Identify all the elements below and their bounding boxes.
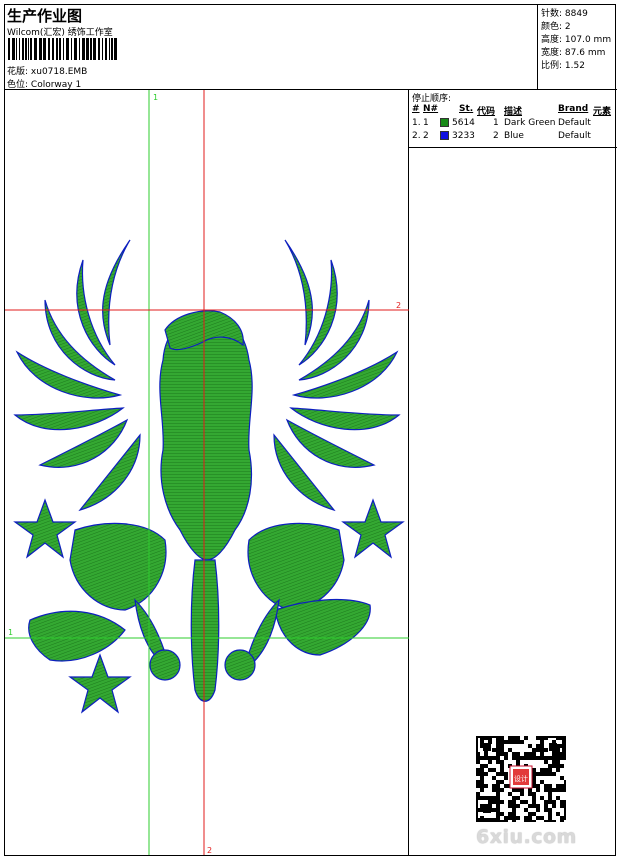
color-swatch (440, 131, 449, 140)
guide-label-red-bottom: 2 (207, 846, 212, 855)
col-header-n: N# (423, 104, 439, 114)
company-name: Wilcom(汇宏) 绣饰工作室 (7, 28, 113, 38)
qr-code-icon: 设计 (476, 736, 566, 822)
col-header-index: # (412, 104, 420, 114)
stop-sequence-title: 停止顺序: (412, 94, 452, 104)
header-info: 生产作业图 Wilcom(汇宏) 绣饰工作室 花版: xu0718.EMB 色位… (5, 5, 538, 90)
color-swatch (440, 118, 449, 127)
design-canvas: 1 1 2 2 (5, 90, 409, 855)
stat-height: 高度: 107.0 mm (541, 35, 612, 45)
page-title: 生产作业图 (7, 7, 83, 25)
embroidery-preview: 1 1 2 2 (5, 90, 409, 855)
watermark-logo: 6xiu.com (476, 826, 577, 848)
guide-label-green-left: 1 (8, 628, 13, 637)
stat-scale: 比例: 1.52 (541, 61, 585, 71)
pattern-label: 花版: (7, 67, 29, 77)
stat-stitches: 针数: 8849 (541, 9, 588, 19)
col-header-code: 代码 (477, 107, 496, 117)
barcode-icon (8, 38, 117, 60)
col-header-desc: 描述 (504, 107, 523, 117)
stat-colors: 颜色: 2 (541, 22, 571, 32)
pattern-value: xu0718.EMB (30, 67, 88, 77)
guide-label-red-right: 2 (396, 301, 401, 310)
eagle-motif (13, 239, 405, 714)
pattern-file: 花版: xu0718.EMB (7, 64, 87, 77)
stats-box: 针数: 8849 颜色: 2 高度: 107.0 mm 宽度: 87.6 mm … (538, 5, 617, 89)
col-header-st: St. (459, 104, 474, 114)
guide-label-green-top: 1 (153, 93, 158, 102)
panel-divider (409, 147, 617, 148)
col-header-element: 元素 (593, 107, 612, 117)
stat-width: 宽度: 87.6 mm (541, 48, 606, 58)
col-header-brand: Brand (558, 104, 589, 114)
production-sheet: 生产作业图 Wilcom(汇宏) 绣饰工作室 花版: xu0718.EMB 色位… (4, 4, 617, 856)
qr-stamp-text: 设计 (514, 774, 528, 783)
